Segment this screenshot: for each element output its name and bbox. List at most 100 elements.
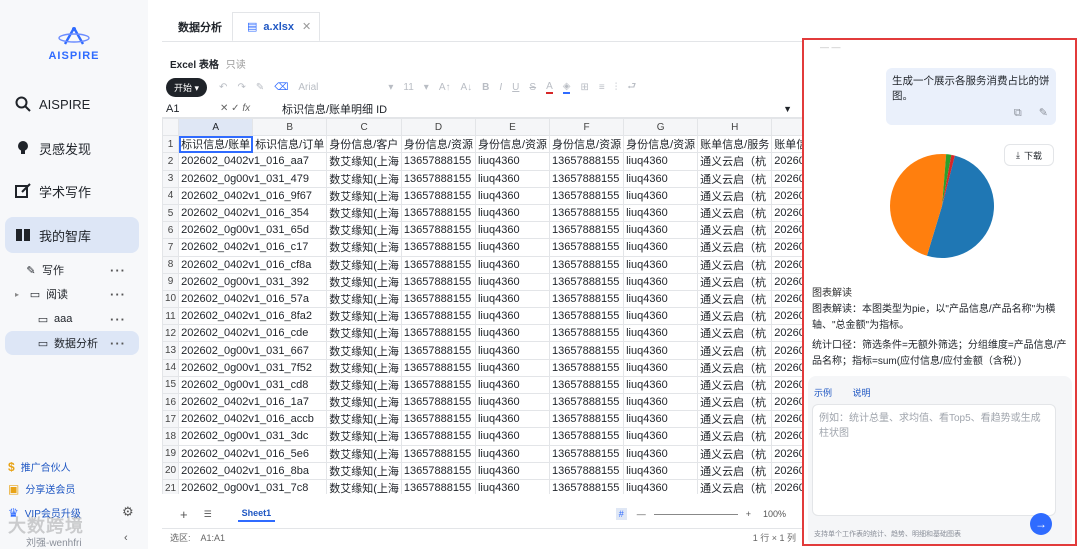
table-cell[interactable]: liuq4360 — [474, 186, 551, 205]
table-cell[interactable]: 202602 — [771, 375, 802, 395]
table-cell[interactable]: 数艾缘知(上海 — [326, 169, 402, 188]
table-cell[interactable]: liuq4360 — [623, 289, 699, 309]
row-number[interactable]: 7 — [162, 238, 180, 257]
table-cell[interactable]: liuq4360 — [474, 152, 551, 171]
table-cell[interactable]: 13657888155 — [549, 238, 625, 257]
table-cell[interactable]: 13657888155 — [400, 478, 476, 494]
table-cell[interactable]: 13657888155 — [400, 341, 476, 360]
sheet-tab[interactable]: Sheet1 — [237, 506, 276, 522]
table-cell[interactable]: 202602 — [771, 324, 802, 343]
column-header[interactable]: B — [252, 118, 328, 137]
more-icon[interactable]: ··· — [110, 336, 126, 351]
table-cell[interactable]: 202602 — [771, 221, 802, 240]
border-icon[interactable]: ⊞ — [580, 82, 588, 93]
add-sheet-icon[interactable]: + — [180, 507, 188, 522]
row-number[interactable]: 12 — [162, 324, 180, 343]
table-cell[interactable]: 13657888155 — [549, 427, 625, 446]
formula-input[interactable]: 标识信息/账单明细 ID — [282, 101, 783, 117]
row-number[interactable]: 15 — [162, 375, 180, 395]
edit-icon[interactable]: ✎ — [1039, 107, 1048, 119]
table-cell[interactable]: 数艾缘知(上海 — [326, 410, 402, 429]
table-cell[interactable]: 13657888155 — [549, 203, 625, 223]
chevron-down-icon[interactable]: ▾ — [388, 82, 393, 93]
table-cell[interactable]: 13657888155 — [400, 392, 476, 412]
column-header[interactable]: E — [474, 118, 551, 137]
table-cell[interactable]: 通义云启（杭 — [697, 255, 773, 274]
table-cell[interactable]: 数艾缘知(上海 — [326, 427, 402, 446]
table-cell[interactable]: 通义云启（杭 — [697, 444, 773, 463]
table-cell[interactable]: liuq4360 — [474, 392, 551, 412]
table-cell[interactable]: liuq4360 — [474, 427, 551, 446]
table-cell[interactable]: liuq4360 — [623, 324, 699, 343]
table-cell[interactable]: 通义云启（杭 — [697, 169, 773, 188]
tree-item-reading[interactable]: ▸ ▭ 阅读 ··· — [10, 283, 144, 305]
valign-icon[interactable]: ⫶ — [615, 82, 618, 93]
table-cell[interactable]: 通义云启（杭 — [697, 221, 773, 240]
bold-icon[interactable]: B — [482, 82, 489, 93]
grid-view-icon[interactable]: # — [615, 508, 627, 520]
table-cell[interactable]: liuq4360 — [623, 410, 699, 429]
table-cell[interactable]: 数艾缘知(上海 — [326, 255, 402, 274]
table-cell[interactable]: 通义云启（杭 — [697, 358, 773, 377]
wrap-icon[interactable]: ⮐ — [627, 79, 636, 96]
table-cell[interactable]: liuq4360 — [474, 255, 551, 274]
table-cell[interactable]: 13657888155 — [549, 341, 625, 360]
table-cell[interactable]: 通义云启（杭 — [697, 461, 773, 480]
table-cell[interactable]: 202602 — [771, 341, 802, 360]
table-cell[interactable]: liuq4360 — [474, 272, 551, 291]
table-cell[interactable]: 13657888155 — [400, 221, 476, 240]
table-cell[interactable]: liuq4360 — [623, 341, 699, 360]
column-header[interactable]: G — [623, 118, 699, 137]
table-cell[interactable]: liuq4360 — [623, 152, 699, 171]
table-cell[interactable]: 通义云启（杭 — [697, 152, 773, 171]
row-number[interactable]: 21 — [162, 478, 180, 494]
table-cell[interactable]: 通义云启（杭 — [697, 238, 773, 257]
table-cell[interactable]: 13657888155 — [549, 392, 625, 412]
table-cell[interactable]: 13657888155 — [400, 169, 476, 188]
table-cell[interactable]: 13657888155 — [549, 221, 625, 240]
table-cell[interactable]: liuq4360 — [474, 289, 551, 309]
table-cell[interactable]: 13657888155 — [549, 358, 625, 377]
nav-writing[interactable]: 学术写作 — [5, 173, 139, 209]
nav-inspiration[interactable]: 灵感发现 — [5, 130, 139, 166]
table-cell[interactable]: liuq4360 — [623, 186, 699, 205]
table-cell[interactable]: 账单信息/服务 — [697, 135, 773, 154]
row-number[interactable]: 4 — [162, 186, 180, 205]
chevron-down-icon[interactable]: ▾ — [424, 82, 429, 93]
decrease-font-icon[interactable]: A↓ — [460, 82, 472, 93]
logo[interactable]: AISPIRE — [38, 26, 110, 62]
start-menu-button[interactable]: 开始 ▾ — [166, 77, 208, 97]
font-select[interactable]: Arial — [298, 82, 378, 93]
font-size-select[interactable]: 11 — [403, 82, 413, 93]
row-number[interactable]: 14 — [162, 358, 180, 377]
table-cell[interactable]: 数艾缘知(上海 — [326, 203, 402, 223]
table-cell[interactable]: liuq4360 — [474, 410, 551, 429]
table-cell[interactable]: 202602 — [771, 427, 802, 446]
table-cell[interactable]: 202602 — [771, 410, 802, 429]
tab-example[interactable]: 示例 — [814, 388, 832, 398]
table-cell[interactable]: 202602 — [771, 461, 802, 480]
row-number[interactable]: 16 — [162, 392, 180, 412]
table-cell[interactable]: 202602 — [771, 238, 802, 257]
table-cell[interactable]: 数艾缘知(上海 — [326, 358, 402, 377]
table-cell[interactable]: 身份信息/资源 — [474, 135, 551, 154]
table-cell[interactable]: 13657888155 — [400, 358, 476, 377]
table-cell[interactable]: 标识信息/订单 — [252, 135, 328, 154]
table-cell[interactable]: 202602_0g00v1_031_667 — [178, 341, 328, 360]
table-cell[interactable]: 202602_0402v1_016_8ba — [178, 461, 328, 480]
table-cell[interactable]: 13657888155 — [549, 152, 625, 171]
chat-input[interactable]: 例如：统计总量、求均值、看Top5、看趋势或生成柱状图 — [812, 404, 1056, 516]
strikethrough-icon[interactable]: S — [529, 82, 536, 93]
collapse-icon[interactable]: ‹ — [124, 532, 128, 544]
table-cell[interactable]: liuq4360 — [623, 461, 699, 480]
table-cell[interactable]: 13657888155 — [400, 272, 476, 291]
table-cell[interactable]: 202602 — [771, 358, 802, 377]
table-cell[interactable]: liuq4360 — [623, 478, 699, 494]
zoom-slider[interactable] — [653, 513, 738, 515]
table-cell[interactable]: 13657888155 — [549, 289, 625, 309]
table-cell[interactable]: 通义云启（杭 — [697, 427, 773, 446]
font-color-icon[interactable]: A — [546, 81, 553, 94]
table-cell[interactable]: liuq4360 — [474, 307, 551, 326]
table-cell[interactable]: liuq4360 — [474, 358, 551, 377]
table-cell[interactable]: 202602_0402v1_016_1a7 — [178, 392, 328, 412]
